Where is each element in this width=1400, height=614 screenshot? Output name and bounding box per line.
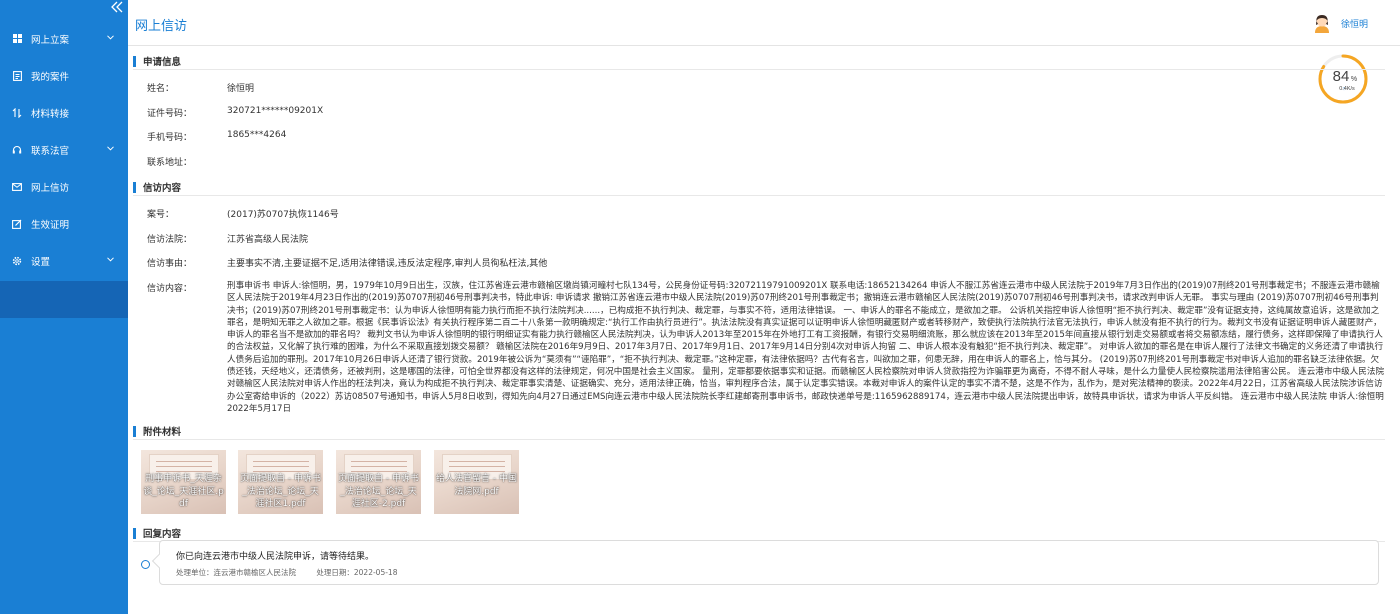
sidebar-item-online-petition[interactable]: 网上信访 — [0, 168, 128, 205]
chevron-down-icon — [107, 146, 114, 151]
section-attachments: 附件材料 — [133, 424, 181, 438]
field-value-court: 江苏省高级人民法院 — [227, 235, 309, 245]
divider — [133, 195, 1385, 196]
sidebar-item-effective-certificate[interactable]: 生效证明 — [0, 205, 128, 242]
sidebar-item-label: 网上信访 — [31, 182, 70, 194]
header: 网上信访 徐恒明 — [128, 0, 1400, 46]
divider — [133, 69, 1385, 70]
field-value-case-no: (2017)苏0707执恢1146号 — [227, 210, 339, 220]
reply-meta: 处理单位：连云港市赣榆区人民法院 处理日期：2022-05-18 — [176, 567, 415, 578]
chevron-down-icon — [107, 257, 114, 262]
grid-icon — [12, 34, 22, 44]
avatar — [1314, 15, 1329, 33]
attachment-thumbnail[interactable]: 页面提取自 - 申诉书_法治论坛_论坛_天涯社区-2.pdf — [336, 450, 421, 514]
sidebar: 网上立案 我的案件 材料转接 联系法官 网上信访 生效证明 设置 — [0, 0, 128, 614]
attachment-thumbnail[interactable]: 刑事申诉书_天涯杂谈_论坛_天涯社区.pdf — [141, 450, 226, 514]
edit-certificate-icon — [12, 219, 22, 229]
field-label-case-no: 案号： — [147, 210, 175, 220]
chevron-down-icon — [107, 35, 114, 40]
field-value-reason: 主要事实不清,主要证据不足,适用法律错误,违反法定程序,审判人员徇私枉法,其他 — [227, 259, 548, 269]
sidebar-item-my-cases[interactable]: 我的案件 — [0, 57, 128, 94]
reply-unit: 处理单位：连云港市赣榆区人民法院 — [176, 568, 296, 577]
field-value-phone: 1865***4264 — [227, 130, 287, 140]
page-title: 网上信访 — [135, 19, 188, 34]
attachment-name: 页面提取自 - 申诉书_法治论坛_论坛_天涯社区-2.pdf — [338, 474, 419, 509]
sidebar-item-label: 材料转接 — [31, 108, 70, 120]
field-label-content: 信访内容： — [147, 284, 193, 294]
section-reply: 回复内容 — [133, 526, 181, 540]
sidebar-item-contact-judge[interactable]: 联系法官 — [0, 131, 128, 168]
field-value-content: 刑事申诉书 申诉人:徐恒明，男，1979年10月9日出生，汉族，住江苏省连云港市… — [227, 281, 1385, 414]
timeline-dot-icon — [141, 560, 150, 569]
sidebar-item-settings[interactable]: 设置 — [0, 242, 128, 279]
sidebar-nav: 网上立案 我的案件 材料转接 联系法官 网上信访 生效证明 设置 — [0, 20, 128, 318]
gear-icon — [12, 256, 22, 266]
sidebar-item-label: 联系法官 — [31, 145, 70, 157]
user-name: 徐恒明 — [1340, 19, 1368, 30]
reply-text: 你已向连云港市中级人民法院申诉，请等待结果。 — [176, 552, 375, 562]
sidebar-item-material-transfer[interactable]: 材料转接 — [0, 94, 128, 131]
field-label-id: 证件号码： — [147, 109, 193, 119]
sidebar-active-highlight — [0, 281, 128, 318]
field-label-name: 姓名： — [147, 84, 175, 94]
divider — [133, 439, 1385, 440]
attachment-thumbnail[interactable]: 给人法官留言 - 中国法院网.pdf — [434, 450, 519, 514]
sidebar-item-online-filing[interactable]: 网上立案 — [0, 20, 128, 57]
reply-card: 你已向连云港市中级人民法院申诉，请等待结果。 处理单位：连云港市赣榆区人民法院 … — [159, 540, 1379, 585]
main-content: 申请信息 姓名： 徐恒明 证件号码： 320721******09201X 手机… — [128, 46, 1400, 614]
field-label-court: 信访法院： — [147, 235, 193, 245]
field-label-address: 联系地址： — [147, 158, 193, 168]
field-label-reason: 信访事由： — [147, 259, 193, 269]
field-value-name: 徐恒明 — [227, 84, 255, 94]
attachment-name: 刑事申诉书_天涯杂谈_论坛_天涯社区.pdf — [143, 474, 224, 509]
section-petition-content: 信访内容 — [133, 180, 181, 194]
field-value-id: 320721******09201X — [227, 106, 324, 116]
reply-date: 处理日期：2022-05-18 — [316, 568, 398, 577]
collapse-sidebar-icon[interactable] — [110, 0, 124, 16]
field-label-phone: 手机号码： — [147, 133, 193, 143]
document-icon — [12, 70, 22, 81]
mail-icon — [12, 182, 22, 192]
sidebar-item-label: 网上立案 — [31, 34, 70, 46]
attachment-thumbnail[interactable]: 页面提取自 - 申诉书_法治论坛_论坛_天涯社区1.pdf — [238, 450, 323, 514]
sidebar-item-label: 生效证明 — [31, 219, 70, 231]
sidebar-item-label: 设置 — [31, 256, 51, 268]
attachment-name: 给人法官留言 - 中国法院网.pdf — [436, 474, 517, 497]
transfer-icon — [12, 107, 22, 118]
attachment-name: 页面提取自 - 申诉书_法治论坛_论坛_天涯社区1.pdf — [240, 474, 321, 509]
section-application-info: 申请信息 — [133, 54, 181, 68]
user-menu[interactable]: 徐恒明 — [1311, 12, 1368, 34]
headset-icon — [12, 145, 22, 155]
sidebar-item-label: 我的案件 — [31, 71, 70, 83]
